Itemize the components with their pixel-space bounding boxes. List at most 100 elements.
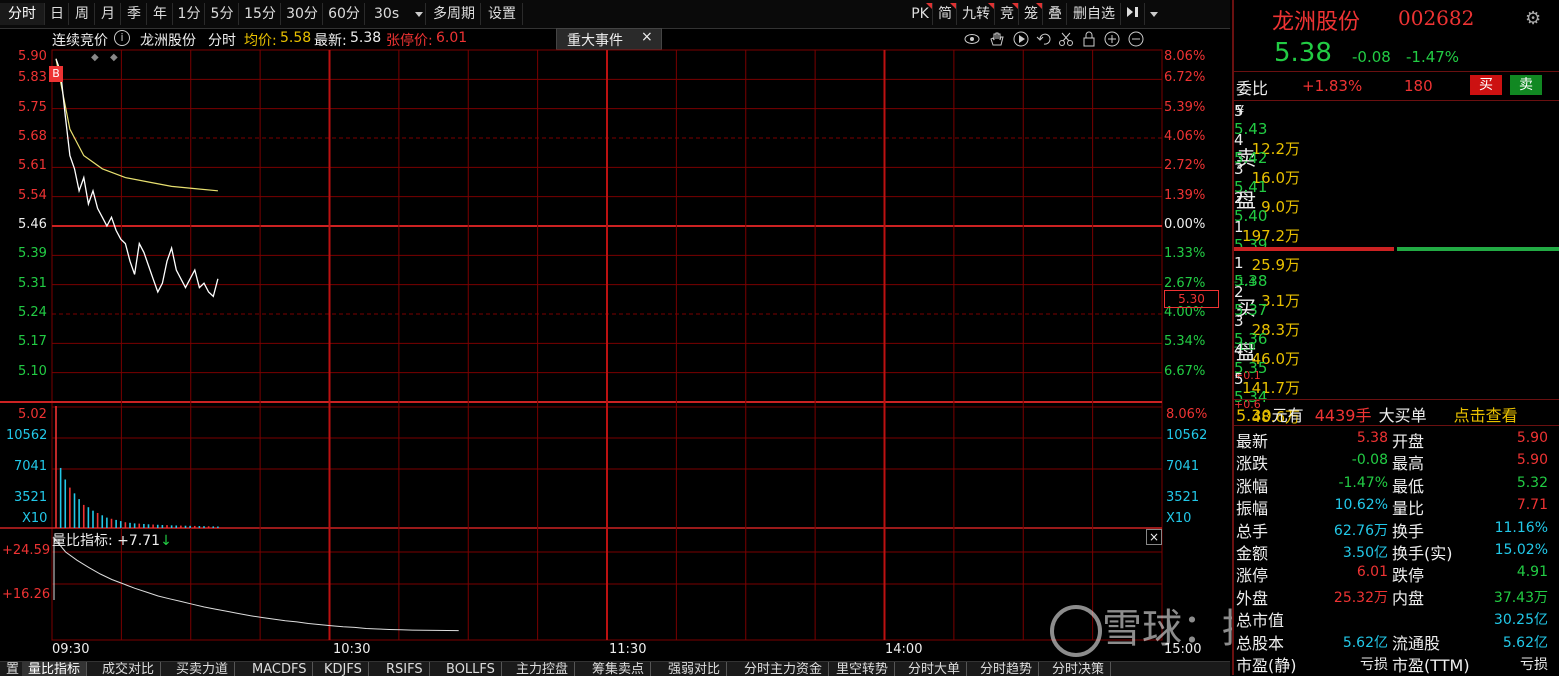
ask-row[interactable]: 2 5.40 197.2万 [1234, 189, 1559, 245]
ask-level: 1 [1234, 218, 1244, 236]
stat-label: 总市值 [1236, 611, 1285, 631]
ask-price: 5.39 [1234, 236, 1268, 254]
price-axis-label: 5.83 [18, 70, 47, 86]
volume-axis-label: X10 [22, 511, 48, 526]
big-order-row[interactable]: 5.30元有 4439手 大买单 点击查看 [1236, 402, 1518, 426]
tab-15min[interactable]: 15分 [240, 3, 281, 25]
buy-button[interactable]: 买 [1470, 75, 1502, 95]
bid-level: 3 [1234, 312, 1244, 330]
auction-button[interactable]: 竞 [996, 3, 1019, 25]
intraday-chart[interactable] [0, 28, 1230, 661]
pk-button[interactable]: PK [908, 3, 933, 25]
price-axis-label: 5.17 [18, 334, 47, 350]
settings-button[interactable]: 设置 [482, 3, 523, 25]
tab-multi-period[interactable]: 多周期 [428, 3, 481, 25]
bid-row[interactable]: 5 5.34 48.6万 [1234, 370, 1559, 426]
indicator-tab[interactable]: 强弱对比 [662, 662, 728, 676]
stat-label: 内盘 [1392, 588, 1425, 608]
big-order-link[interactable]: 点击查看 [1454, 406, 1518, 425]
tab-month[interactable]: 月 [96, 3, 121, 25]
time-axis-label: 14:00 [885, 642, 923, 657]
stat-value: 62.76万 [1333, 522, 1388, 539]
bid-row[interactable]: 1 5.38 3.1万 [1234, 254, 1559, 310]
sell-button[interactable]: 卖 [1510, 75, 1542, 95]
indicator-tab[interactable]: 成交对比 [96, 662, 162, 676]
stat-value: 5.62亿 [1502, 634, 1548, 651]
panel-change-pct: -1.47% [1406, 48, 1460, 66]
corner-flag-icon [950, 3, 956, 9]
indicator-tab[interactable]: 买卖力道 [170, 662, 236, 676]
big-order-price: 5.30 [1236, 406, 1272, 425]
indicator-tab[interactable]: 分时大单 [902, 662, 968, 676]
corner-flag-icon [1036, 3, 1042, 9]
tab-5min[interactable]: 5分 [206, 3, 239, 25]
stat-value: 5.90 [1516, 452, 1548, 469]
chevron-down-icon [415, 11, 424, 17]
indicator-tab[interactable]: 分时主力资金 [738, 662, 830, 676]
diamond-icon: ◆ [91, 52, 99, 63]
tab-day[interactable]: 日 [46, 3, 69, 25]
tab-quarter[interactable]: 季 [122, 3, 147, 25]
indicator-tab[interactable]: 里空转势 [830, 662, 896, 676]
volume-axis-label: 7041 [14, 459, 48, 474]
period-select[interactable]: 30s [366, 3, 426, 25]
pct-axis-label: 5.39% [1164, 99, 1206, 115]
divider [1234, 71, 1559, 72]
bid-level: 5 [1234, 370, 1244, 388]
indicator-tab[interactable]: KDJFS [318, 662, 369, 676]
jiuzhuan-button[interactable]: 九转 [958, 3, 995, 25]
indicator-axis-label: +16.26 [2, 587, 51, 602]
price-axis-label: 5.24 [18, 305, 47, 320]
bid-row[interactable]: 4 5.35 141.7万 +0.6 [1234, 341, 1559, 411]
more-menu-icon[interactable] [1146, 3, 1162, 25]
stat-label: 流通股 [1392, 633, 1441, 653]
indicator-tab[interactable]: 分时趋势 [974, 662, 1040, 676]
buy-marker[interactable]: B [49, 66, 63, 82]
stat-value: 25.32万 [1333, 589, 1388, 606]
ask-level: 5 [1234, 102, 1244, 120]
price-line [55, 58, 219, 298]
remove-watchlist-button[interactable]: 删自选 [1068, 3, 1121, 25]
stat-label: 跌停 [1392, 566, 1425, 586]
stat-label: 市盈(静) [1236, 656, 1297, 675]
cage-button[interactable]: 笼 [1020, 3, 1043, 25]
volume-axis-label: 5.02 [18, 407, 47, 422]
overlay-button[interactable]: 叠 [1044, 3, 1067, 25]
tab-week[interactable]: 周 [70, 3, 95, 25]
indicator-tab[interactable]: RSIFS [380, 662, 430, 676]
ask-row[interactable]: 3 5.41 9.0万 [1234, 160, 1559, 216]
ask-row[interactable]: 5 5.43 12.2万 [1234, 102, 1559, 158]
ask-row[interactable]: 1 5.39 25.9万 -1.4 [1234, 218, 1559, 288]
indicator-tab[interactable]: 分时决策 [1046, 662, 1112, 676]
indicator-tab[interactable]: 主力控盘 [510, 662, 576, 676]
tab-1min[interactable]: 1分 [174, 3, 205, 25]
gear-icon[interactable]: ⚙ [1525, 8, 1541, 29]
bid-row[interactable]: 2 5.37 28.3万 -1.0 [1234, 283, 1559, 353]
bid-strength-bar [1397, 247, 1559, 251]
indicator-tab[interactable]: MACDFS [246, 662, 314, 676]
ask-strength-bar [1234, 247, 1394, 251]
tab-60min[interactable]: 60分 [324, 3, 365, 25]
stat-value: 37.43万 [1493, 589, 1548, 606]
bid-row[interactable]: 3 5.36 46.0万 +0.1 [1234, 312, 1559, 382]
tab-year[interactable]: 年 [148, 3, 173, 25]
collapse-panel-icon[interactable] [1122, 3, 1145, 25]
indicator-tab[interactable]: 量比指标 [22, 662, 88, 676]
pct-axis-label: 2.72% [1164, 158, 1206, 174]
ask-level: 2 [1234, 189, 1244, 207]
volume-axis-label: X10 [1166, 511, 1192, 526]
close-indicator-icon[interactable]: × [1146, 529, 1162, 545]
pct-axis-label: 0.00% [1164, 217, 1206, 232]
pct-axis-label: 5.34% [1164, 334, 1206, 350]
tab-30min[interactable]: 30分 [282, 3, 323, 25]
corner-flag-icon [1012, 3, 1018, 9]
divider [1234, 100, 1559, 101]
indicator-tab[interactable]: BOLLFS [440, 662, 502, 676]
stat-label: 振幅 [1236, 499, 1269, 519]
big-order-unit: 元有 [1271, 406, 1304, 425]
stat-value: -0.08 [1351, 452, 1388, 469]
indicator-tab[interactable]: 筹集卖点 [586, 662, 652, 676]
ask-row[interactable]: 4 5.42 16.0万 [1234, 131, 1559, 187]
tab-intraday[interactable]: 分时 [0, 3, 45, 25]
simple-button[interactable]: 简 [934, 3, 957, 25]
